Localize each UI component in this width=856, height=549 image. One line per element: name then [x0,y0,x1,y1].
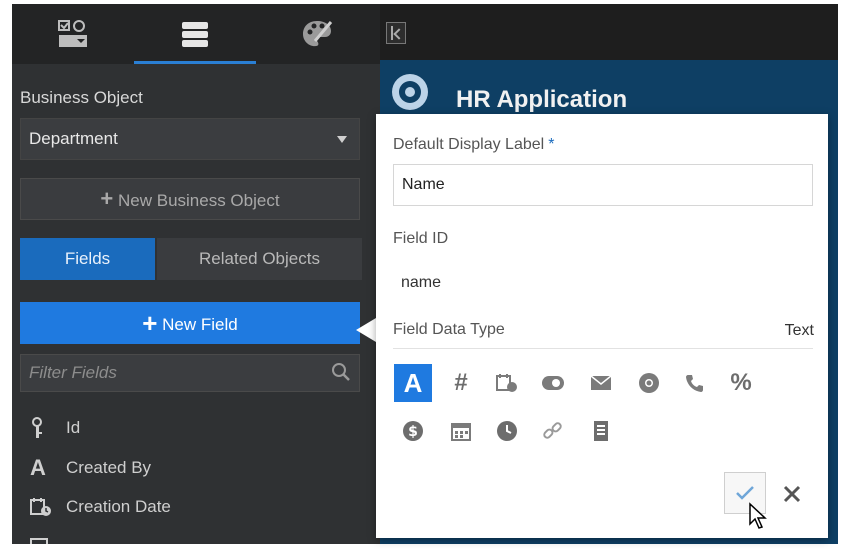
field-id-value[interactable]: name [401,274,441,292]
type-currency-button[interactable]: $ [394,412,432,450]
type-datetime-button[interactable] [488,364,526,402]
hash-icon: # [454,369,468,396]
business-object-select[interactable]: Department [20,118,360,160]
toggle-icon [542,376,564,390]
datetime-icon [496,374,517,392]
palette-icon [303,21,333,47]
currency-icon: $ [403,421,423,441]
type-uri-button[interactable] [630,364,668,402]
filter-fields-input[interactable]: Filter Fields [20,354,360,392]
text-icon: A [30,455,46,480]
email-icon [590,375,612,390]
type-text-button[interactable]: A [394,364,432,402]
calendar-icon [451,423,471,441]
type-email-button[interactable] [582,364,620,402]
divider [393,348,813,349]
new-field-popup: Default Display Label * Name Field ID nam… [376,114,828,538]
search-icon [332,363,350,381]
type-phone-button[interactable] [676,364,714,402]
business-object-label: Business Object [20,88,143,107]
data-type-value: Text [784,322,814,339]
field-list-item-partial[interactable] [30,532,66,544]
left-panel: Business Object Department + New Busines… [12,4,380,544]
type-time-button[interactable] [488,412,526,450]
plus-icon: + [142,308,158,338]
percent-icon: % [730,369,752,396]
type-boolean-button[interactable] [534,364,572,402]
new-field-label: New Field [162,315,238,334]
chrome-icon [639,373,659,393]
datetime-icon [30,495,58,519]
field-label: Id [66,418,81,437]
field-list-item[interactable]: Creation Date [30,493,171,521]
link-icon [543,422,562,439]
canvas-toolbar [380,4,838,60]
document-icon [594,421,608,441]
plus-icon: + [100,186,114,211]
type-document-button[interactable] [582,412,620,450]
key-icon [30,416,58,440]
new-business-object-label: New Business Object [118,191,280,210]
tab-related-objects[interactable]: Related Objects [157,238,362,280]
text-type-icon: A [403,367,423,398]
check-icon [736,486,754,500]
data-type-title: Field Data Type [393,321,505,338]
field-label: Creation Date [66,497,171,516]
database-icon [182,22,208,47]
clock-icon [497,421,517,441]
type-date-button[interactable] [442,412,480,450]
phone-icon [686,375,703,392]
display-label-value: Name [402,176,445,193]
top-tab-settings[interactable] [12,4,134,64]
field-list-item[interactable]: Id [30,414,80,442]
display-label-input[interactable]: Name [393,164,813,206]
new-business-object-button[interactable]: + New Business Object [20,178,360,220]
calendar-icon [30,534,58,544]
required-mark: * [548,136,555,153]
field-list-item[interactable]: A Created By [30,454,151,482]
new-field-button[interactable]: + New Field [20,302,360,344]
popup-pointer [356,318,376,342]
mouse-cursor-icon [749,502,767,529]
svg-text:$: $ [408,424,418,440]
tab-fields[interactable]: Fields [20,238,155,280]
app-logo-icon [392,74,428,110]
cancel-button[interactable] [774,476,810,512]
top-tab-theme[interactable] [256,4,378,64]
business-object-value: Department [29,129,118,148]
checklist-icon [58,20,87,47]
top-tab-data[interactable] [134,4,256,64]
type-link-button[interactable] [534,412,572,450]
field-id-title: Field ID [393,230,449,247]
display-label-title-text: Default Display Label [393,136,545,153]
collapse-panel-icon[interactable] [386,22,406,44]
field-label: Created By [66,458,152,477]
top-tab-bar [12,4,380,64]
close-icon [783,485,801,503]
type-number-button[interactable]: # [442,364,480,402]
app-title: HR Application [456,86,628,113]
type-percent-button[interactable]: % [722,364,760,402]
display-label-title: Default Display Label * [393,136,554,154]
chevron-down-icon [337,136,347,143]
filter-placeholder: Filter Fields [29,363,117,382]
